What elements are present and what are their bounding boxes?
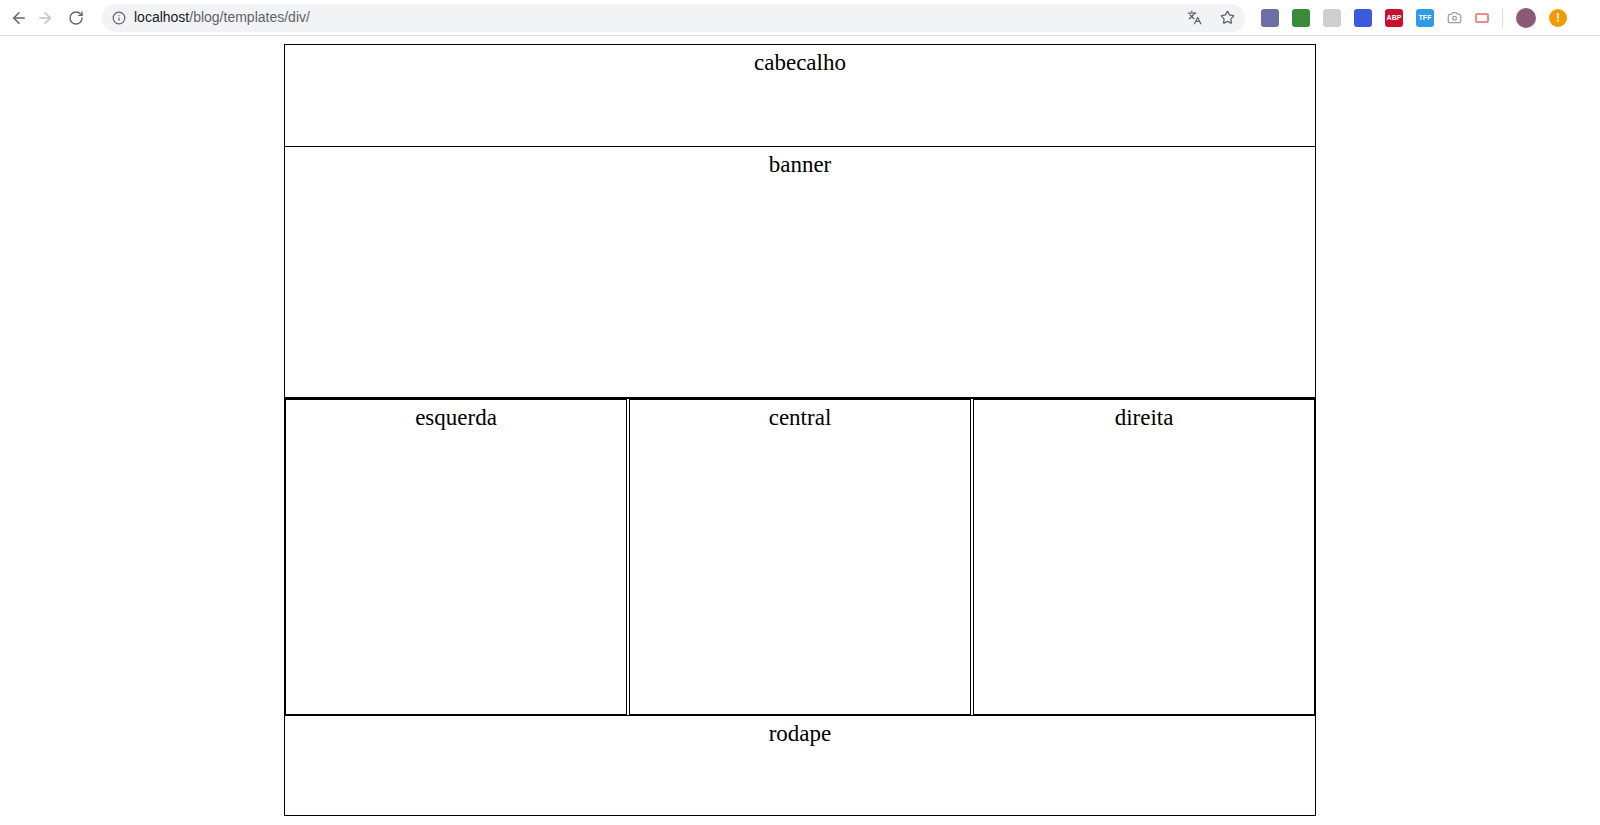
extension-icon[interactable] — [1323, 9, 1341, 27]
address-bar[interactable]: localhost/blog/templates/div/ — [102, 4, 1245, 32]
column: central — [629, 399, 971, 715]
banner: banner — [285, 147, 1315, 399]
translate-icon[interactable] — [1187, 10, 1202, 25]
extension-icon[interactable] — [1292, 9, 1310, 27]
extensions: ABP TFF! — [1261, 8, 1567, 28]
forward-icon[interactable] — [36, 9, 54, 27]
back-icon[interactable] — [10, 9, 28, 27]
reload-icon[interactable] — [68, 10, 84, 26]
browser-toolbar: localhost/blog/templates/div/ABP TFF! — [0, 0, 1600, 36]
column: direita — [973, 399, 1315, 715]
header: cabecalho — [285, 45, 1315, 147]
column: esquerda — [285, 399, 627, 715]
page: localhost/blog/templates/div/ABP TFF! cabe… — [0, 0, 1600, 825]
alert-icon[interactable]: ! — [1549, 9, 1567, 27]
layout-container: cabecalhobanneresquerdacentraldireitarod… — [284, 44, 1316, 816]
cast-icon[interactable] — [1475, 13, 1489, 23]
footer: rodape — [285, 716, 1315, 815]
camera-icon[interactable] — [1447, 10, 1462, 25]
bookmark-star-icon[interactable] — [1220, 10, 1235, 25]
extension-icon[interactable]: TFF — [1416, 9, 1434, 27]
extension-icon[interactable]: ABP — [1385, 9, 1403, 27]
extension-icon[interactable] — [1261, 9, 1279, 27]
avatar-icon[interactable] — [1516, 8, 1536, 28]
columns: esquerdacentraldireita — [285, 399, 1315, 716]
extension-icon[interactable] — [1354, 9, 1372, 27]
url-text: localhost/blog/templates/div/ — [134, 7, 310, 28]
info-icon[interactable] — [112, 11, 126, 25]
